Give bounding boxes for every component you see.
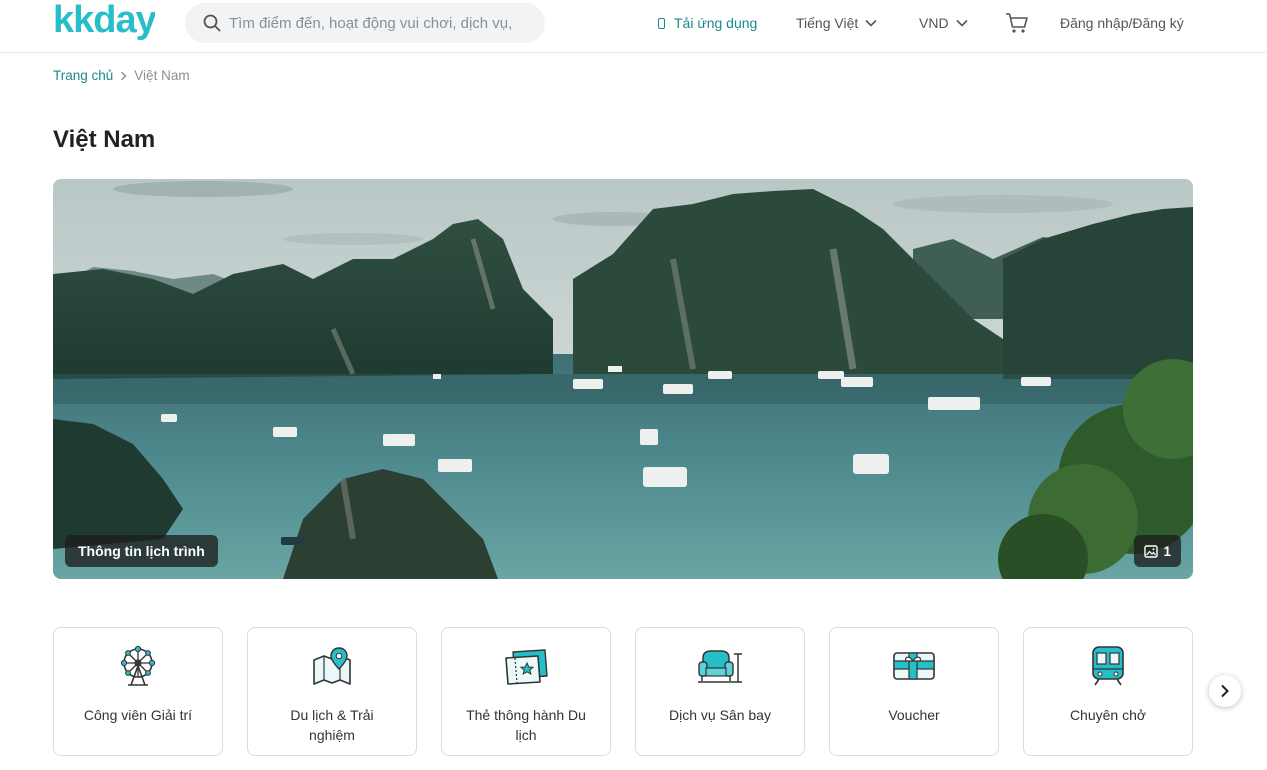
category-label: Thẻ thông hành Du lịch bbox=[466, 707, 586, 743]
language-label: Tiếng Việt bbox=[796, 15, 859, 31]
ticket-icon bbox=[503, 644, 549, 688]
carousel-next-button[interactable] bbox=[1209, 675, 1241, 707]
category-voucher[interactable]: Voucher bbox=[829, 627, 999, 756]
hero-banner[interactable]: Thông tin lịch trình 1 bbox=[53, 179, 1193, 579]
download-app-link[interactable]: Tải ứng dụng bbox=[658, 0, 757, 46]
category-theme-park[interactable]: Công viên Giải trí bbox=[53, 627, 223, 756]
breadcrumb-home-link[interactable]: Trang chủ bbox=[53, 68, 113, 83]
image-icon bbox=[1144, 544, 1159, 558]
itinerary-info-tag[interactable]: Thông tin lịch trình bbox=[65, 535, 218, 567]
download-app-label: Tải ứng dụng bbox=[674, 15, 758, 31]
category-travel-pass[interactable]: Thẻ thông hành Du lịch bbox=[441, 627, 611, 756]
currency-label: VND bbox=[919, 15, 949, 31]
category-label: Voucher bbox=[888, 707, 940, 723]
search-bar[interactable] bbox=[185, 3, 545, 43]
currency-selector[interactable]: VND bbox=[919, 0, 968, 46]
chevron-down-icon bbox=[955, 19, 968, 27]
gift-card-icon bbox=[891, 644, 937, 688]
kkday-logo[interactable]: kkday bbox=[53, 2, 155, 44]
kkday-logo-mark: kkday bbox=[53, 2, 155, 41]
search-input[interactable] bbox=[229, 14, 529, 32]
phone-icon bbox=[658, 17, 665, 29]
map-pin-icon bbox=[309, 644, 355, 688]
category-label: Du lịch & Trải nghiệm bbox=[290, 707, 374, 743]
chevron-right-icon bbox=[1221, 684, 1229, 698]
lounge-chair-icon bbox=[697, 644, 743, 688]
photo-count-badge[interactable]: 1 bbox=[1134, 535, 1181, 567]
breadcrumb: Trang chủ Việt Nam bbox=[53, 68, 190, 83]
breadcrumb-current: Việt Nam bbox=[134, 68, 190, 83]
language-selector[interactable]: Tiếng Việt bbox=[796, 0, 877, 46]
page-title: Việt Nam bbox=[53, 126, 156, 153]
category-carousel: Công viên Giải trí Du lịch & Trải nghiệm… bbox=[53, 627, 1193, 756]
itinerary-info-label: Thông tin lịch trình bbox=[78, 543, 205, 559]
top-header: kkday Tải ứng dụng Tiếng Việt VND Đăng bbox=[0, 0, 1267, 53]
svg-text:kkday: kkday bbox=[53, 2, 155, 41]
category-airport-service[interactable]: Dịch vụ Sân bay bbox=[635, 627, 805, 756]
category-label: Chuyên chở bbox=[1069, 707, 1147, 723]
category-label: Công viên Giải trí bbox=[83, 707, 193, 723]
category-transport[interactable]: Chuyên chở bbox=[1023, 627, 1193, 756]
cart-icon bbox=[1006, 13, 1028, 33]
cart-button[interactable] bbox=[1005, 0, 1029, 46]
train-icon bbox=[1085, 644, 1131, 688]
login-register-link[interactable]: Đăng nhập/Đăng ký bbox=[1060, 0, 1184, 46]
ferris-wheel-icon bbox=[115, 644, 161, 688]
category-label: Dịch vụ Sân bay bbox=[669, 707, 771, 723]
login-label: Đăng nhập/Đăng ký bbox=[1060, 15, 1184, 31]
ha-long-bay-photo bbox=[53, 179, 1193, 579]
chevron-down-icon bbox=[865, 19, 877, 27]
category-tours-experiences[interactable]: Du lịch & Trải nghiệm bbox=[247, 627, 417, 756]
search-icon bbox=[203, 14, 221, 32]
photo-count: 1 bbox=[1163, 543, 1171, 559]
chevron-right-icon bbox=[120, 71, 127, 81]
